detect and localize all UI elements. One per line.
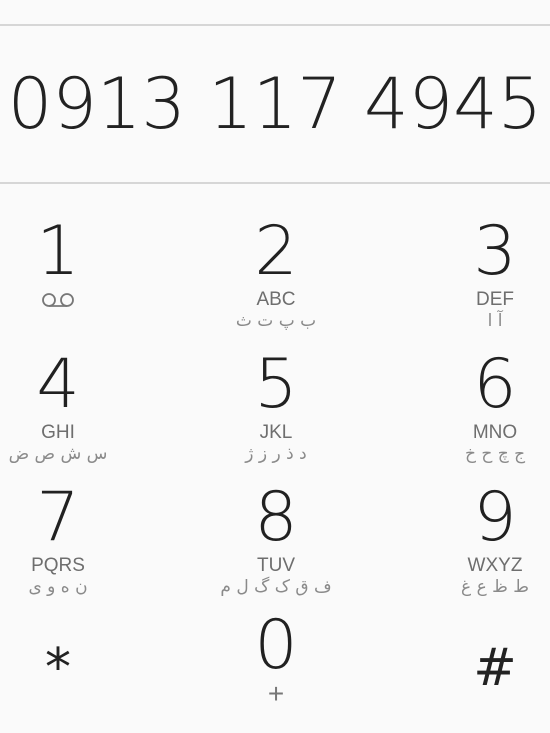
key-digit: 2	[254, 212, 298, 291]
key-4[interactable]: 4 GHI س ش ص ض	[0, 331, 148, 465]
dialed-number: 0913 117 4945	[7, 63, 543, 145]
key-digit: 3	[473, 212, 517, 291]
key-persian-letters: د ذ ر ز ژ	[245, 444, 307, 464]
key-letters: WXYZ	[467, 555, 523, 576]
key-star[interactable]: *	[0, 598, 148, 728]
voicemail-icon	[40, 292, 76, 313]
key-1[interactable]: 1	[0, 198, 148, 328]
key-digit: 5	[254, 345, 298, 424]
key-letters: ABC	[256, 289, 296, 310]
key-letters: MNO	[472, 422, 518, 443]
key-7[interactable]: 7 PQRS ن ه و ی	[0, 464, 148, 598]
key-6[interactable]: 6 MNO ج چ ح خ	[405, 331, 550, 465]
key-persian-letters: س ش ص ض	[8, 444, 108, 464]
key-2[interactable]: 2 ABC ب پ ت ث	[186, 198, 366, 332]
key-digit: 0	[254, 606, 298, 685]
key-persian-letters: ب پ ت ث	[235, 311, 317, 331]
key-persian-letters: ن ه و ی	[28, 577, 88, 597]
key-letters: GHI	[41, 422, 75, 443]
key-letters: JKL	[259, 422, 293, 443]
key-digit: 9	[473, 478, 517, 557]
key-persian-letters: ط ظ ع غ	[461, 577, 529, 597]
key-hash[interactable]: #	[405, 598, 550, 728]
number-display[interactable]: 0913 117 4945	[0, 26, 550, 182]
key-8[interactable]: 8 TUV ف ق ک گ ل م	[186, 464, 366, 598]
key-letters: TUV	[257, 555, 295, 576]
key-persian-letters: ج چ ح خ	[464, 444, 526, 464]
key-3[interactable]: 3 DEF آ ا	[405, 198, 550, 332]
key-digit: 6	[473, 345, 517, 424]
key-digit: *	[45, 638, 71, 698]
key-5[interactable]: 5 JKL د ذ ر ز ژ	[186, 331, 366, 465]
key-digit: #	[473, 638, 517, 698]
key-digit: 1	[36, 212, 80, 291]
plus-sign: +	[267, 678, 285, 709]
key-digit: 8	[254, 478, 298, 557]
key-letters: PQRS	[31, 555, 85, 576]
key-9[interactable]: 9 WXYZ ط ظ ع غ	[405, 464, 550, 598]
key-persian-letters: ف ق ک گ ل م	[220, 577, 332, 597]
keypad-divider	[0, 182, 550, 184]
key-digit: 4	[36, 345, 80, 424]
key-letters: DEF	[476, 289, 514, 310]
key-persian-letters: آ ا	[487, 311, 503, 331]
key-digit: 7	[36, 478, 80, 557]
key-0[interactable]: 0 +	[186, 598, 366, 728]
